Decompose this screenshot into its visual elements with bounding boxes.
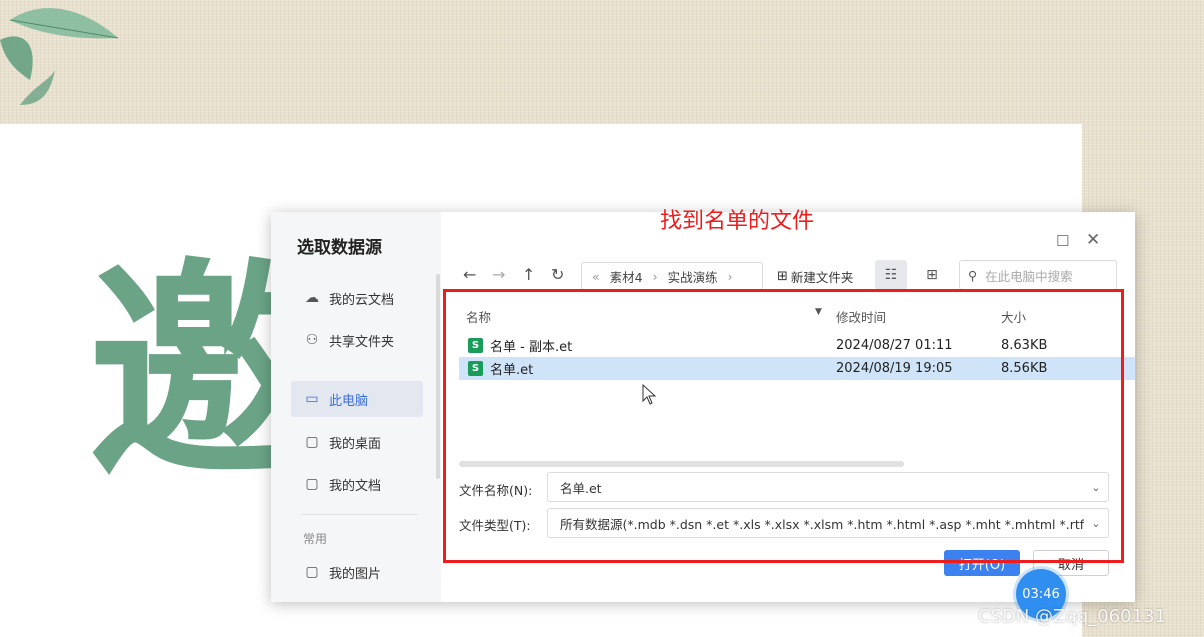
leaf-decoration-icon [0,8,119,105]
cloud-icon: ☁ [305,290,319,306]
dialog-title: 选取数据源 [297,238,382,258]
filetype-select[interactable]: 所有数据源(*.mdb *.dsn *.et *.xls *.xlsx *.xl… [547,508,1109,538]
forward-arrow-icon[interactable]: → [492,265,505,284]
sidebar-item-label: 我的桌面 [329,436,382,452]
sidebar-item-documents[interactable]: ▢ 我的文档 [291,466,423,502]
folder-icon: ▢ [305,476,319,492]
file-name: 名单.et [490,363,534,378]
search-placeholder: 在此电脑中搜索 [985,268,1073,284]
file-row[interactable]: S 名单 - 副本.et 2024/08/27 01:11 8.63KB [459,334,1135,357]
maximize-icon[interactable]: ☐ [1056,232,1069,250]
dialog-sidebar: 选取数据源 ☁ 我的云文档 ⚇ 共享文件夹 ▭ 此电脑 ▢ 我的桌面 ▢ 我的文… [271,212,441,602]
list-view-icon: ☷ [884,267,898,283]
sidebar-item-cloud-docs[interactable]: ☁ 我的云文档 [291,280,423,316]
sidebar-item-label: 我的云文档 [329,292,395,308]
new-folder-icon: ⊞ [777,268,788,284]
chevron-right-icon[interactable]: › [728,269,733,284]
open-button[interactable]: 打开(O) [944,550,1020,576]
sidebar-divider [301,514,417,515]
column-header-modified[interactable]: 修改时间 [836,307,886,326]
sidebar-item-pictures[interactable]: ▢ 我的图片 [291,554,423,590]
filetype-label: 文件类型(T): [459,518,531,533]
new-folder-label: 新建文件夹 [790,269,854,285]
file-modified: 2024/08/27 01:11 [836,338,953,353]
folder-icon: ▢ [305,564,319,580]
sidebar-scrollbar[interactable] [436,274,440,479]
chevron-down-icon[interactable]: ⌄ [1084,517,1108,530]
share-folder-icon: ⚇ [305,332,319,348]
sidebar-group-label: 常用 [303,532,328,546]
sidebar-item-shared-folder[interactable]: ⚇ 共享文件夹 [291,322,423,358]
filetype-value: 所有数据源(*.mdb *.dsn *.et *.xls *.xlsx *.xl… [560,516,1084,532]
file-modified: 2024/08/19 19:05 [836,361,953,376]
breadcrumb-item[interactable]: 实战演练 [668,267,718,286]
breadcrumb-back-icon[interactable]: « [592,269,600,284]
annotation-text: 找到名单的文件 [660,209,815,234]
file-name: 名单 - 副本.et [490,340,573,355]
filename-label: 文件名称(N): [459,483,533,498]
sidebar-item-label: 我的图片 [329,566,382,582]
file-size: 8.63KB [1001,338,1048,353]
column-header-size[interactable]: 大小 [1001,307,1026,326]
search-input[interactable]: ⚲ 在此电脑中搜索 [959,260,1117,290]
computer-icon: ▭ [305,391,319,407]
chevron-down-icon[interactable]: ⌄ [1084,481,1108,494]
breadcrumb[interactable]: « 素材4 › 实战演练 › [581,262,763,290]
sidebar-item-label: 我的文档 [329,478,382,494]
file-row-selected[interactable]: S 名单.et 2024/08/19 19:05 8.56KB [459,357,1135,380]
grid-view-button[interactable]: ⊞ [916,260,948,290]
refresh-icon[interactable]: ↻ [551,265,564,284]
back-arrow-icon[interactable]: ← [463,265,476,284]
sidebar-item-label: 共享文件夹 [329,334,395,350]
close-icon[interactable]: ✕ [1086,230,1100,250]
spreadsheet-file-icon: S [468,338,483,353]
sidebar-item-label: 此电脑 [329,393,369,409]
select-data-source-dialog: 选取数据源 ☁ 我的云文档 ⚇ 共享文件夹 ▭ 此电脑 ▢ 我的桌面 ▢ 我的文… [271,212,1135,602]
new-folder-button[interactable]: ⊞ 新建文件夹 [777,262,853,290]
sidebar-item-desktop[interactable]: ▢ 我的桌面 [291,424,423,460]
filename-input[interactable]: 名单.et ⌄ [547,472,1109,502]
sort-desc-icon[interactable]: ▼ [815,307,822,317]
mouse-cursor-icon [642,384,657,405]
chevron-right-icon: › [652,268,658,284]
breadcrumb-item[interactable]: 素材4 [610,267,643,286]
folder-icon: ▢ [305,434,319,450]
up-arrow-icon[interactable]: ↑ [522,265,535,284]
sidebar-item-this-pc[interactable]: ▭ 此电脑 [291,381,423,417]
watermark: CSDN @Zqq_060131 [978,606,1166,627]
spreadsheet-file-icon: S [468,361,483,376]
search-icon: ⚲ [968,267,978,283]
horizontal-scrollbar[interactable] [459,461,904,467]
column-header-name[interactable]: 名称 [466,307,491,326]
filename-value: 名单.et [560,480,602,496]
grid-view-icon: ⊞ [926,267,938,283]
file-size: 8.56KB [1001,361,1048,376]
list-view-button[interactable]: ☷ [875,260,907,290]
